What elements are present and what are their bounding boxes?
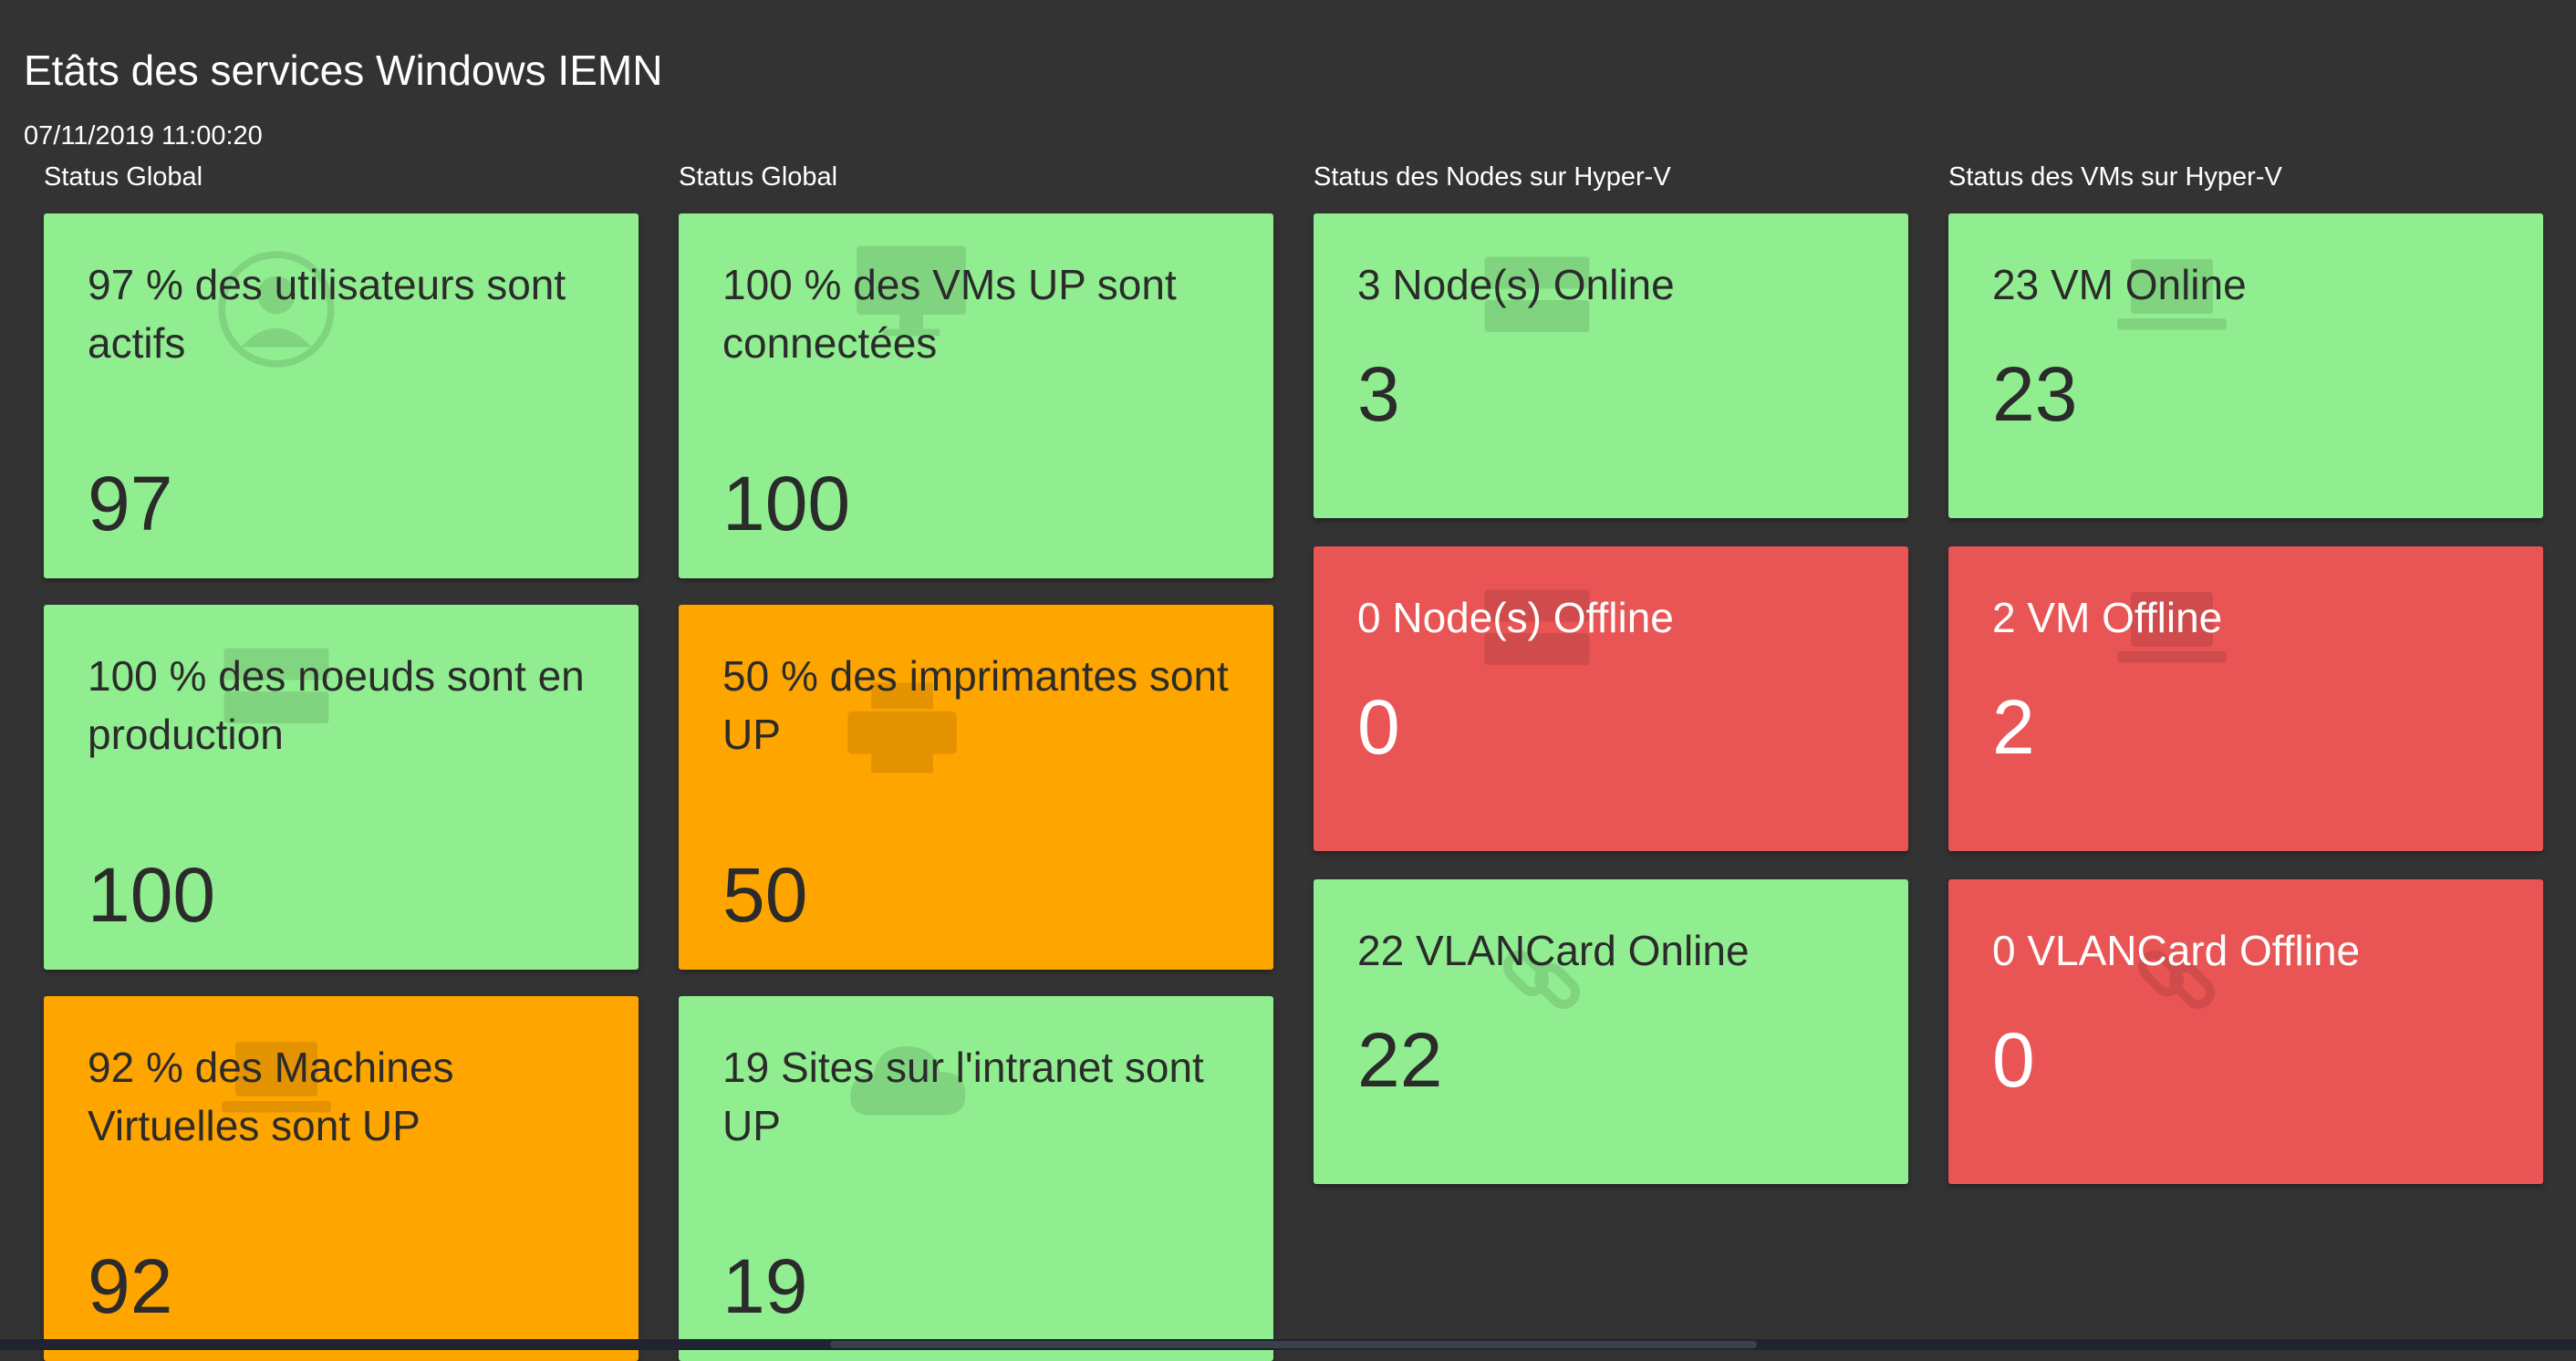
tile-value: 50 <box>722 852 808 938</box>
tile-value: 0 <box>1357 684 1400 770</box>
column-hyperv-vms: Status des VMs sur Hyper-V 23 VM Online … <box>1948 161 2543 1184</box>
tile-label: 0 VLANCard Offline <box>1992 927 2361 974</box>
tile-value: 100 <box>88 852 216 938</box>
tile-intranet-sites-up[interactable]: 19 Sites sur l'intranet sont UP 19 <box>679 996 1273 1361</box>
tile-nodes-production[interactable]: 100 % des noeuds sont en production 100 <box>44 605 639 970</box>
tile-vms-offline[interactable]: 2 VM Offline 2 <box>1948 546 2543 851</box>
tile-value: 2 <box>1992 684 2035 770</box>
tile-label: 22 VLANCard Online <box>1357 927 1750 974</box>
column-header: Status des Nodes sur Hyper-V <box>1314 162 1671 192</box>
horizontal-scrollbar-thumb[interactable] <box>830 1341 1757 1348</box>
tile-label: 50 % des imprimantes sont UP <box>722 652 1229 758</box>
column-header: Status des VMs sur Hyper-V <box>1948 162 2282 192</box>
tile-label: 2 VM Offline <box>1992 594 2223 641</box>
last-updated-timestamp: 07/11/2019 11:00:20 <box>24 121 263 151</box>
column-status-global-2: Status Global 100 % des VMs UP sont conn… <box>679 161 1273 1361</box>
tile-label: 0 Node(s) Offline <box>1357 594 1674 641</box>
tile-label: 19 Sites sur l'intranet sont UP <box>722 1044 1204 1149</box>
tile-label: 3 Node(s) Online <box>1357 261 1675 308</box>
tile-vms-connected[interactable]: 100 % des VMs UP sont connectées 100 <box>679 213 1273 578</box>
page-title: Etâts des services Windows IEMN <box>24 47 663 94</box>
tile-vlancard-online[interactable]: 22 VLANCard Online 22 <box>1314 879 1908 1184</box>
tile-virtual-machines-up[interactable]: 92 % des Machines Virtuelles sont UP 92 <box>44 996 639 1361</box>
tile-label: 92 % des Machines Virtuelles sont UP <box>88 1044 454 1149</box>
tile-value: 0 <box>1992 1017 2035 1103</box>
column-header: Status Global <box>44 162 203 192</box>
tile-label: 97 % des utilisateurs sont actifs <box>88 261 566 367</box>
column-hyperv-nodes: Status des Nodes sur Hyper-V 3 Node(s) O… <box>1314 161 1908 1184</box>
column-status-global-1: Status Global 97 % des utilisateurs sont… <box>44 161 639 1361</box>
tile-nodes-online[interactable]: 3 Node(s) Online 3 <box>1314 213 1908 518</box>
tile-active-users[interactable]: 97 % des utilisateurs sont actifs 97 <box>44 213 639 578</box>
tile-value: 97 <box>88 461 173 546</box>
tile-value: 19 <box>722 1243 808 1329</box>
tile-label: 23 VM Online <box>1992 261 2247 308</box>
tile-nodes-offline[interactable]: 0 Node(s) Offline 0 <box>1314 546 1908 851</box>
tile-value: 23 <box>1992 351 2078 437</box>
tile-vlancard-offline[interactable]: 0 VLANCard Offline 0 <box>1948 879 2543 1184</box>
column-header: Status Global <box>679 162 838 192</box>
tile-value: 22 <box>1357 1017 1443 1103</box>
tile-value: 92 <box>88 1243 173 1329</box>
tile-vms-online[interactable]: 23 VM Online 23 <box>1948 213 2543 518</box>
tile-value: 3 <box>1357 351 1400 437</box>
tile-label: 100 % des noeuds sont en production <box>88 652 585 758</box>
tile-value: 100 <box>722 461 851 546</box>
tile-label: 100 % des VMs UP sont connectées <box>722 261 1177 367</box>
tile-printers-up[interactable]: 50 % des imprimantes sont UP 50 <box>679 605 1273 970</box>
